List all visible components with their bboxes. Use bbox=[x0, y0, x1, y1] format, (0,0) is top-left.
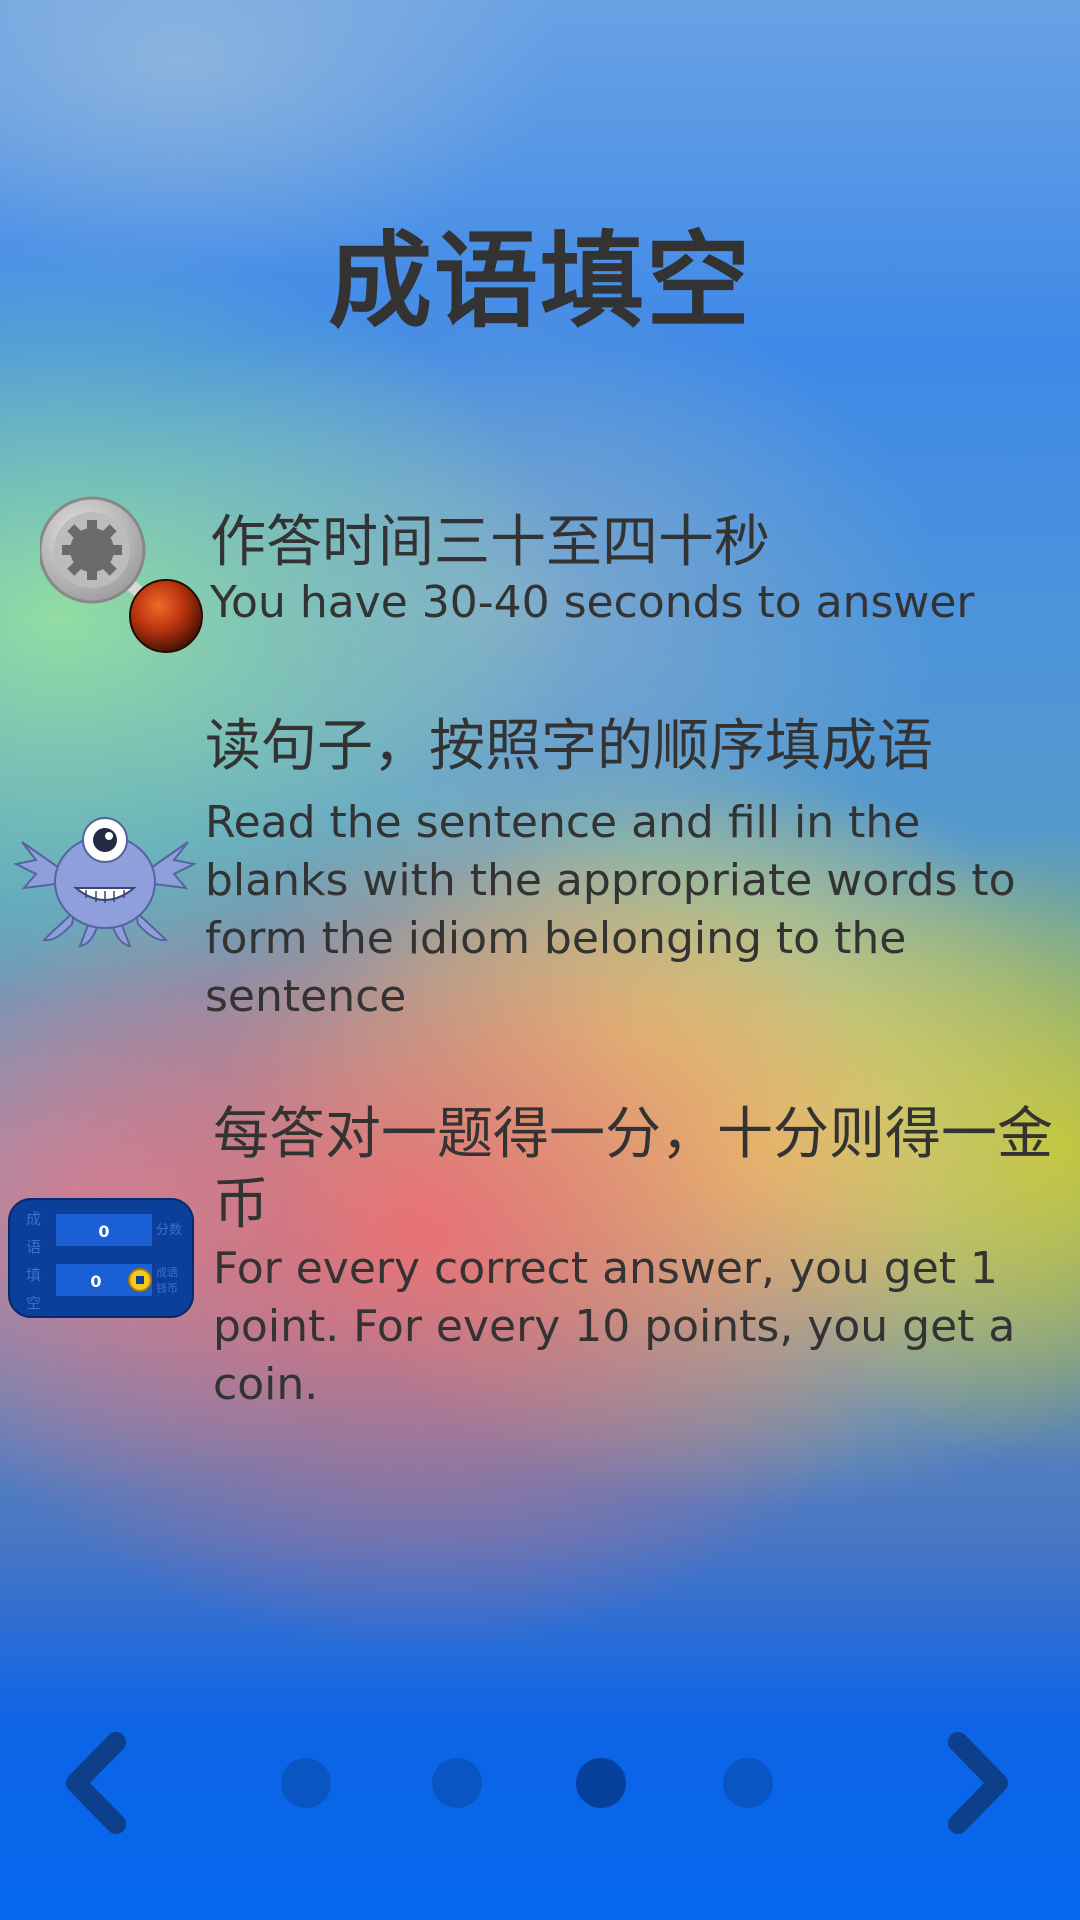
page-dot-3[interactable] bbox=[576, 1758, 626, 1808]
panel-side-char-2: 语 bbox=[26, 1238, 41, 1256]
instruction-time-english: You have 30-40 seconds to answer bbox=[210, 577, 975, 628]
panel-coin-label-line2: 钱币 bbox=[156, 1281, 178, 1295]
panel-coin-value: 0 bbox=[90, 1272, 101, 1291]
panel-score-label: 分数 bbox=[156, 1223, 182, 1238]
instruction-item-score: 每答对一题得一分，十分则得一金币 For every correct answe… bbox=[213, 1100, 1053, 1414]
panel-coin-label-line1: 成语 bbox=[156, 1266, 178, 1279]
page-dot-2[interactable] bbox=[432, 1758, 482, 1808]
page-dot-4[interactable] bbox=[723, 1758, 773, 1808]
timer-bomb-icon bbox=[38, 496, 210, 656]
score-panel-icon: 成 语 填 空 0 0 分数 成语 钱币 bbox=[8, 1198, 194, 1318]
panel-score-value: 0 bbox=[98, 1222, 109, 1241]
instruction-time-chinese: 作答时间三十至四十秒 bbox=[210, 510, 770, 575]
instruction-item-time: 作答时间三十至四十秒 You have 30-40 seconds to ans… bbox=[210, 508, 1050, 632]
instruction-score-english: For every correct answer, you get 1 poin… bbox=[213, 1243, 1016, 1410]
page-title: 成语填空 bbox=[327, 220, 752, 342]
instruction-item-fill: 读句子，按照字的顺序填成语 Read the sentence and fill… bbox=[205, 712, 1045, 1026]
next-page-button[interactable] bbox=[930, 1728, 1020, 1838]
instruction-fill-chinese: 读句子，按照字的顺序填成语 bbox=[205, 714, 933, 779]
page-dot-1[interactable] bbox=[281, 1758, 331, 1808]
instruction-fill-english: Read the sentence and fill in the blanks… bbox=[205, 797, 1016, 1022]
chevron-right-icon bbox=[948, 1732, 1008, 1834]
instruction-score-chinese: 每答对一题得一分，十分则得一金币 bbox=[213, 1102, 1053, 1237]
page-indicator bbox=[0, 1758, 1080, 1808]
monster-mascot-icon bbox=[12, 812, 198, 948]
panel-side-char-4: 空 bbox=[26, 1294, 41, 1312]
panel-side-char-3: 填 bbox=[26, 1266, 41, 1284]
panel-side-char-1: 成 bbox=[26, 1210, 41, 1228]
tutorial-screen: 成语填空 作答时间三十至四十秒 You have 30-40 seconds t… bbox=[0, 0, 1080, 1920]
